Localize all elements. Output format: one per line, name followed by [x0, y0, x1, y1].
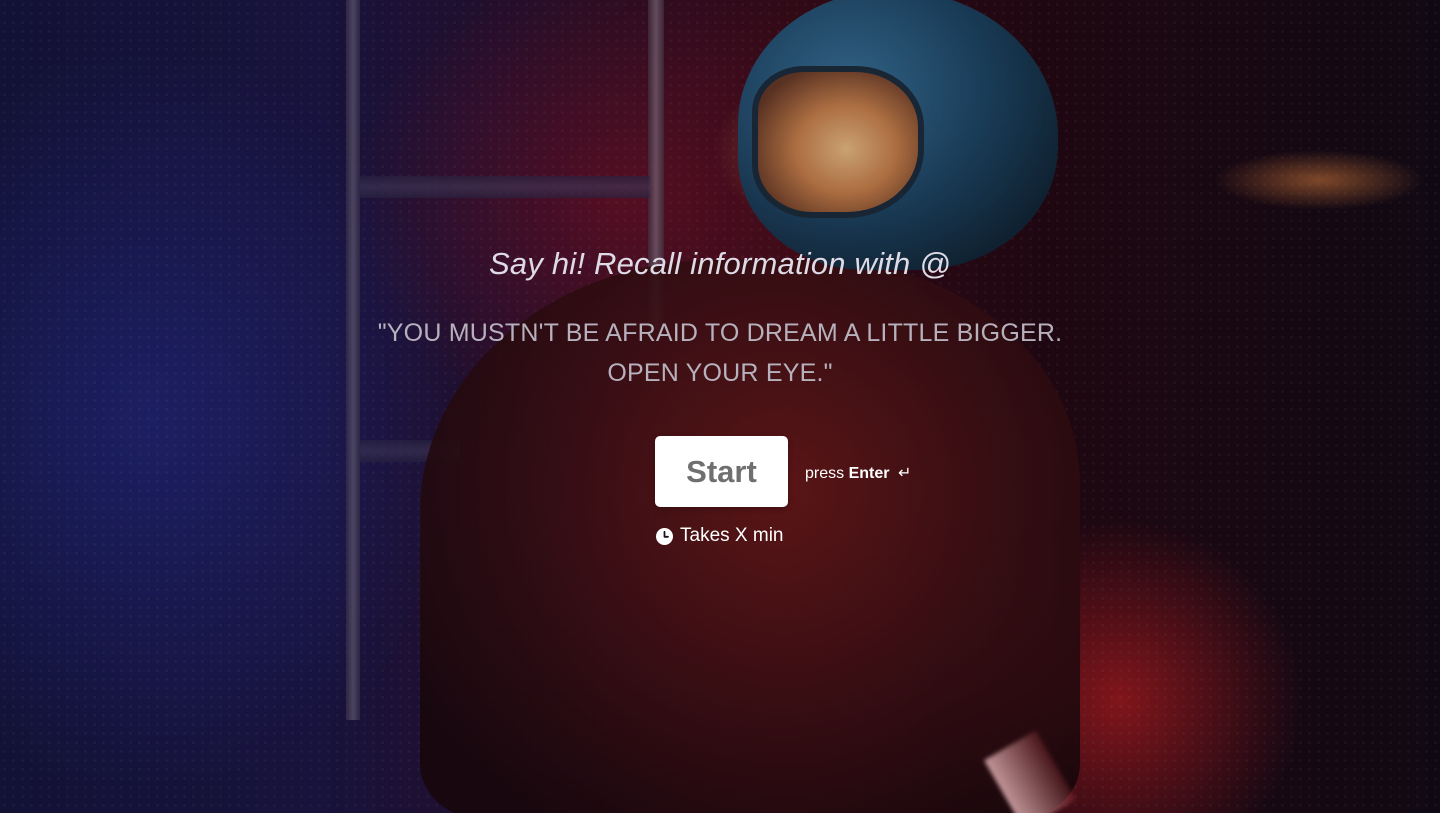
duration-text: Takes X min [680, 525, 784, 546]
clock-icon [656, 527, 673, 545]
welcome-greeting: Say hi! Recall information with @ [489, 246, 951, 281]
duration-indicator: Takes X min [656, 524, 783, 548]
hint-key: Enter [848, 465, 890, 482]
hint-prefix: press [805, 465, 845, 482]
quote-line-2: OPEN YOUR EYE." [607, 359, 833, 387]
enter-key-icon: ↵ [897, 465, 912, 482]
start-button[interactable]: Start [655, 436, 788, 507]
welcome-content: Say hi! Recall information with @ "YOU M… [0, 0, 1440, 813]
welcome-quote: "YOU MUSTN'T BE AFRAID TO DREAM A LITTLE… [360, 313, 1080, 393]
keyboard-hint: press Enter ↵ [805, 463, 911, 483]
quote-line-1: "YOU MUSTN'T BE AFRAID TO DREAM A LITTLE… [377, 319, 1063, 347]
welcome-screen: Say hi! Recall information with @ "YOU M… [0, 0, 1440, 813]
